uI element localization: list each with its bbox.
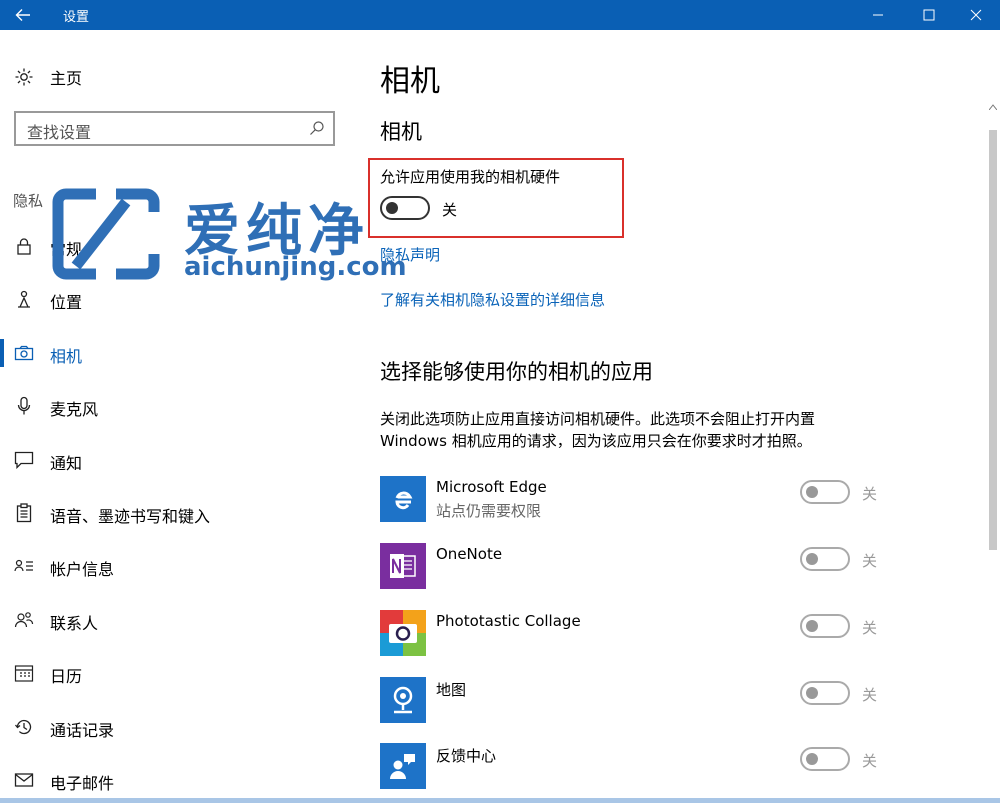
app-row-microsoft-edge: Microsoft Edge 站点仍需要权限 关 (380, 476, 900, 524)
feedback-hub-app-icon (380, 743, 426, 789)
clipboard-icon (14, 503, 34, 523)
app-subtext: 站点仍需要权限 (436, 502, 542, 520)
sidebar-item-label: 语音、墨迹书写和键入 (50, 507, 211, 526)
sidebar-item-contacts[interactable]: 联系人 (0, 602, 360, 638)
app-name: Microsoft Edge (436, 478, 547, 496)
scroll-up-icon[interactable] (986, 100, 1000, 114)
sidebar-item-label: 帐户信息 (50, 560, 115, 579)
sidebar-item-label: 日历 (50, 667, 83, 686)
maximize-button[interactable] (905, 0, 953, 30)
app-toggle[interactable] (800, 547, 850, 571)
history-icon (14, 717, 34, 737)
vertical-scrollbar[interactable] (986, 100, 1000, 800)
microphone-icon (14, 396, 34, 416)
calendar-icon (14, 663, 34, 683)
contacts-icon (14, 610, 34, 630)
privacy-statement-link[interactable]: 隐私声明 (380, 244, 440, 265)
allow-camera-toggle[interactable] (380, 196, 430, 220)
section-title: 相机 (380, 120, 422, 144)
sidebar-item-label: 相机 (50, 347, 83, 366)
sidebar-item-label: 麦克风 (50, 400, 99, 419)
maps-app-icon (380, 677, 426, 723)
back-button[interactable] (0, 0, 46, 30)
app-toggle[interactable] (800, 480, 850, 504)
gear-icon (15, 68, 33, 86)
phototastic-app-icon (380, 610, 426, 656)
sidebar-item-label: 电子邮件 (50, 774, 115, 793)
app-toggle[interactable] (800, 614, 850, 638)
search-input[interactable]: 查找设置 (14, 111, 335, 146)
sidebar-item-general[interactable]: 常规 (0, 228, 360, 264)
allow-camera-label: 允许应用使用我的相机硬件 (380, 168, 561, 186)
toggle-knob (806, 553, 818, 565)
toggle-knob (806, 687, 818, 699)
sidebar-item-speech-inking-typing[interactable]: 语音、墨迹书写和键入 (0, 495, 360, 531)
home-nav-item[interactable]: 主页 (14, 64, 82, 90)
window-bottom-border (0, 798, 1000, 803)
title-bar: 设置 (0, 0, 1000, 30)
toggle-knob (806, 753, 818, 765)
sidebar-item-label: 联系人 (50, 614, 99, 633)
app-name: Phototastic Collage (436, 612, 581, 630)
minimize-icon (873, 14, 883, 16)
app-name: OneNote (436, 545, 503, 563)
close-button[interactable] (952, 0, 1000, 30)
sidebar-item-email[interactable]: 电子邮件 (0, 762, 360, 798)
notification-icon (14, 450, 34, 470)
account-info-icon (14, 556, 34, 576)
sidebar-item-account-info[interactable]: 帐户信息 (0, 548, 360, 584)
camera-icon (14, 343, 34, 363)
home-label: 主页 (50, 69, 83, 88)
app-toggle-state: 关 (862, 552, 878, 570)
sidebar-item-label: 常规 (50, 240, 83, 259)
search-icon[interactable] (309, 120, 325, 136)
sidebar-item-microphone[interactable]: 麦克风 (0, 388, 360, 424)
app-toggle[interactable] (800, 747, 850, 771)
app-toggle[interactable] (800, 681, 850, 705)
mail-icon (14, 770, 34, 790)
toggle-knob (386, 202, 398, 214)
sidebar-item-calendar[interactable]: 日历 (0, 655, 360, 691)
edge-app-icon (380, 476, 426, 522)
close-icon (970, 9, 982, 21)
onenote-app-icon (380, 543, 426, 589)
allow-camera-toggle-state: 关 (442, 201, 458, 219)
toggle-knob (806, 620, 818, 632)
app-toggle-state: 关 (862, 752, 878, 770)
scrollbar-thumb[interactable] (989, 130, 997, 550)
lock-icon (14, 236, 34, 256)
privacy-section-label: 隐私 (13, 192, 44, 210)
location-person-icon (14, 289, 34, 309)
app-toggle-state: 关 (862, 619, 878, 637)
sidebar-item-call-history[interactable]: 通话记录 (0, 709, 360, 745)
sidebar-item-camera[interactable]: 相机 (0, 335, 360, 371)
app-toggle-state: 关 (862, 686, 878, 704)
page-title: 相机 (380, 64, 440, 99)
toggle-knob (806, 486, 818, 498)
sidebar-item-label: 位置 (50, 293, 83, 312)
maximize-icon (923, 9, 935, 21)
app-name: 反馈中心 (436, 747, 497, 765)
sidebar-item-notifications[interactable]: 通知 (0, 442, 360, 478)
sidebar-item-label: 通话记录 (50, 721, 115, 740)
apps-description: 关闭此选项防止应用直接访问相机硬件。此选项不会阻止打开内置 Windows 相机… (380, 410, 816, 450)
window-title: 设置 (63, 10, 90, 25)
back-arrow-icon (15, 9, 30, 21)
app-row-feedback-hub: 反馈中心 关 (380, 743, 900, 791)
app-row-phototastic-collage: Phototastic Collage 关 (380, 610, 900, 658)
app-row-onenote: OneNote 关 (380, 543, 900, 591)
search-placeholder: 查找设置 (27, 123, 92, 142)
active-indicator (0, 339, 4, 367)
learn-more-link[interactable]: 了解有关相机隐私设置的详细信息 (380, 289, 605, 310)
sidebar-item-location[interactable]: 位置 (0, 281, 360, 317)
app-row-maps: 地图 关 (380, 677, 900, 725)
app-name: 地图 (436, 681, 467, 699)
minimize-button[interactable] (854, 0, 902, 30)
sidebar-item-label: 通知 (50, 454, 83, 473)
app-toggle-state: 关 (862, 485, 878, 503)
apps-heading: 选择能够使用你的相机的应用 (380, 360, 653, 384)
